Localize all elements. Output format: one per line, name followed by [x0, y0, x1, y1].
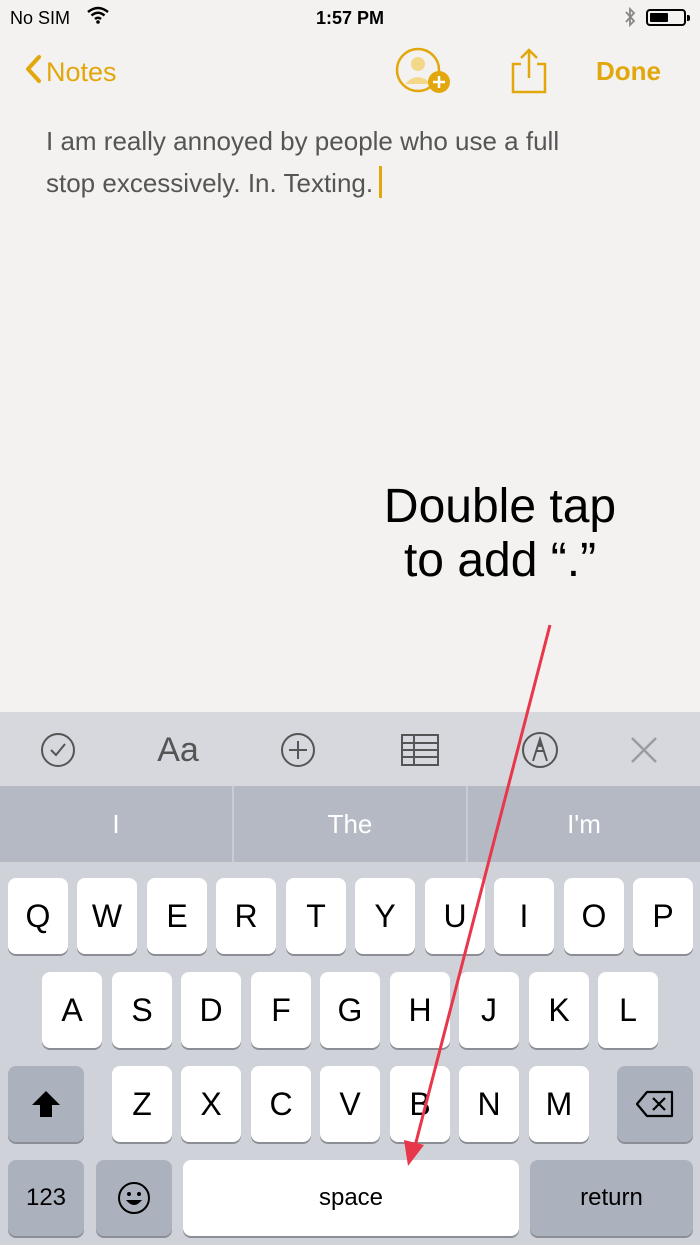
- format-label: Aa: [157, 730, 199, 769]
- key-v[interactable]: V: [320, 1066, 380, 1142]
- key-c[interactable]: C: [251, 1066, 311, 1142]
- return-key[interactable]: return: [530, 1160, 693, 1236]
- keyboard: Q W E R T Y U I O P A S D F G H J K L Z …: [0, 862, 700, 1245]
- markup-button[interactable]: [518, 730, 562, 770]
- add-people-button[interactable]: [394, 46, 456, 98]
- battery-level: [650, 13, 668, 22]
- numbers-key[interactable]: 123: [8, 1160, 84, 1236]
- key-w[interactable]: W: [77, 878, 137, 954]
- share-icon: [511, 48, 547, 94]
- pen-tip-icon: [522, 732, 558, 768]
- annotation-text: Double tap to add “.”: [383, 480, 617, 587]
- note-line-last: stop excessively. In. Texting.: [46, 162, 646, 204]
- key-d[interactable]: D: [181, 972, 241, 1048]
- status-bar: No SIM 1:57 PM: [0, 0, 700, 36]
- key-r[interactable]: R: [216, 878, 276, 954]
- key-z[interactable]: Z: [112, 1066, 172, 1142]
- table-button[interactable]: [398, 730, 442, 770]
- key-e[interactable]: E: [147, 878, 207, 954]
- key-a[interactable]: A: [42, 972, 102, 1048]
- checklist-button[interactable]: [36, 730, 80, 770]
- key-o[interactable]: O: [564, 878, 624, 954]
- key-s[interactable]: S: [112, 972, 172, 1048]
- emoji-icon: [118, 1182, 150, 1214]
- note-body[interactable]: I am really annoyed by people who use a …: [46, 120, 646, 204]
- suggestion-item[interactable]: I'm: [468, 786, 700, 862]
- notes-toolbar: Aa: [0, 712, 700, 786]
- key-h[interactable]: H: [390, 972, 450, 1048]
- battery-icon: [646, 9, 690, 26]
- suggestion-item[interactable]: I: [0, 786, 232, 862]
- back-button[interactable]: Notes: [24, 54, 117, 90]
- key-q[interactable]: Q: [8, 878, 68, 954]
- emoji-key[interactable]: [96, 1160, 172, 1236]
- space-key[interactable]: space: [183, 1160, 519, 1236]
- key-i[interactable]: I: [494, 878, 554, 954]
- key-u[interactable]: U: [425, 878, 485, 954]
- format-button[interactable]: Aa: [150, 730, 206, 770]
- close-icon: [631, 737, 657, 763]
- note-line: I am really annoyed by people who use a …: [46, 126, 560, 156]
- key-m[interactable]: M: [529, 1066, 589, 1142]
- bluetooth-icon: [624, 6, 636, 32]
- shift-key[interactable]: [8, 1066, 84, 1142]
- share-button[interactable]: [509, 46, 549, 96]
- key-f[interactable]: F: [251, 972, 311, 1048]
- suggestion-item[interactable]: The: [234, 786, 466, 862]
- shift-icon: [32, 1091, 60, 1117]
- key-y[interactable]: Y: [355, 878, 415, 954]
- key-l[interactable]: L: [598, 972, 658, 1048]
- add-person-icon: [395, 47, 450, 93]
- text-cursor: [379, 166, 383, 198]
- key-x[interactable]: X: [181, 1066, 241, 1142]
- key-k[interactable]: K: [529, 972, 589, 1048]
- plus-circle-icon: [281, 733, 315, 767]
- backspace-icon: [635, 1090, 674, 1118]
- key-p[interactable]: P: [633, 878, 693, 954]
- close-toolbar-button[interactable]: [622, 730, 666, 770]
- key-n[interactable]: N: [459, 1066, 519, 1142]
- key-b[interactable]: B: [390, 1066, 450, 1142]
- chevron-left-icon: [24, 54, 42, 90]
- clock: 1:57 PM: [315, 8, 385, 28]
- key-j[interactable]: J: [459, 972, 519, 1048]
- checklist-icon: [41, 733, 75, 767]
- key-t[interactable]: T: [286, 878, 346, 954]
- predictive-text-bar: I The I'm: [0, 786, 700, 862]
- add-attachment-button[interactable]: [276, 730, 320, 770]
- key-g[interactable]: G: [320, 972, 380, 1048]
- done-button[interactable]: Done: [596, 56, 661, 87]
- back-button-label: Notes: [46, 56, 117, 87]
- table-icon: [401, 734, 439, 766]
- delete-key[interactable]: [617, 1066, 693, 1142]
- navigation-bar: Notes Done: [0, 36, 700, 106]
